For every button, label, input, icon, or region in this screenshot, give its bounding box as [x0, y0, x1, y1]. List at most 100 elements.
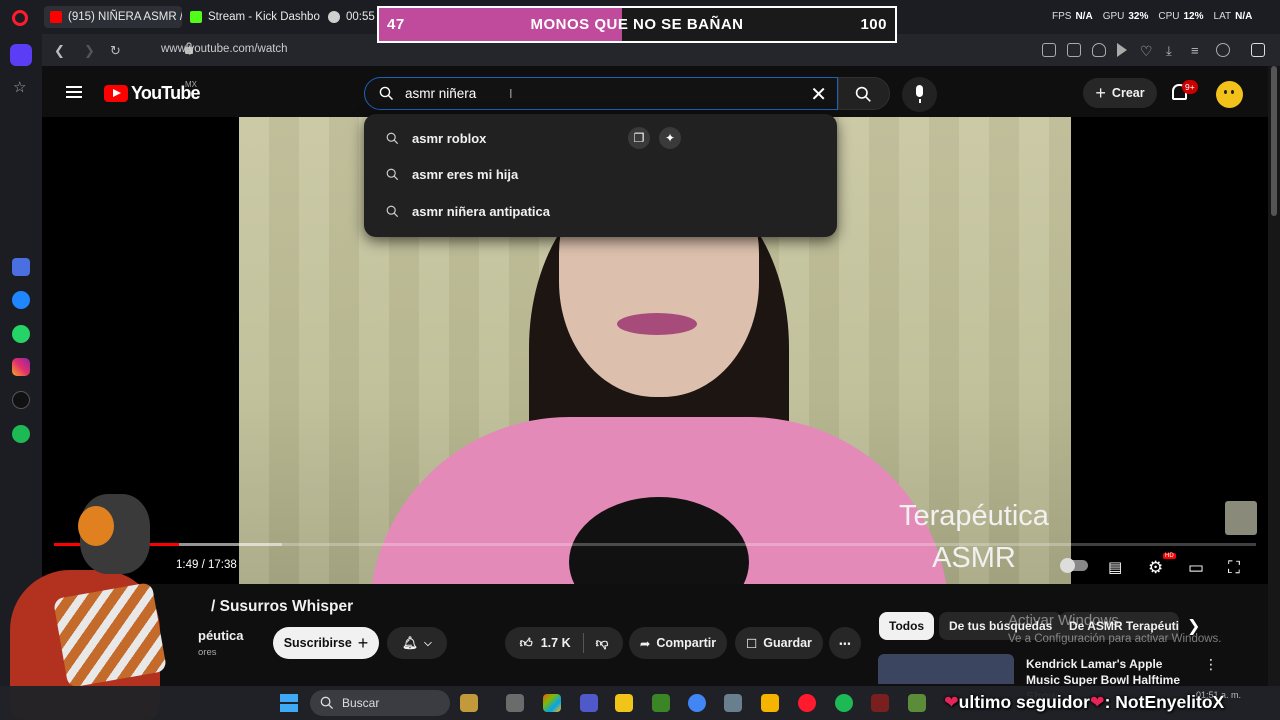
opera-logo-icon[interactable]: [12, 10, 28, 26]
reload-icon[interactable]: ↻: [110, 43, 121, 59]
video-title: / Susurros Whisper: [211, 598, 354, 615]
suggestion-item[interactable]: asmr roblox ❐ ✦: [364, 120, 837, 156]
microphone-icon: [916, 85, 923, 103]
page-scrollbar[interactable]: [1268, 66, 1280, 686]
channel-watermark-thumbnail[interactable]: [1225, 501, 1257, 535]
copilot-icon[interactable]: [543, 694, 561, 712]
more-vertical-icon[interactable]: ⋮: [1204, 656, 1218, 673]
shield-icon[interactable]: [1092, 43, 1106, 57]
edit-icon[interactable]: [1042, 43, 1056, 57]
video-watermark: Terapéutica ASMR: [899, 495, 1049, 579]
tab-kick-dashboard[interactable]: Stream - Kick Dashboard: [190, 6, 320, 28]
aria-icon[interactable]: [12, 258, 30, 276]
teams-icon[interactable]: [580, 694, 598, 712]
stat-gpu: GPU 32%: [1102, 11, 1149, 22]
home-icon[interactable]: [10, 44, 32, 66]
settings-gear-icon[interactable]: ⚙: [1148, 558, 1163, 578]
theater-mode-icon[interactable]: ▭: [1188, 558, 1204, 578]
spotify-icon[interactable]: [12, 425, 30, 443]
chrome-icon[interactable]: [688, 694, 706, 712]
subscribe-button[interactable]: Suscribirse +: [273, 627, 379, 659]
chip-all[interactable]: Todos: [879, 612, 935, 640]
subtitles-icon[interactable]: ▤: [1108, 558, 1122, 576]
save-button[interactable]: ☐ Guardar: [735, 627, 823, 659]
subscribe-label: Suscribirse: [283, 636, 352, 650]
suggestion-text: asmr roblox: [412, 131, 487, 146]
opera-taskbar-icon[interactable]: [798, 694, 816, 712]
last-follower-overlay: ❤ultimo seguidor❤: NotEnyelitoX: [944, 692, 1224, 713]
hamburger-menu-icon[interactable]: [66, 86, 82, 98]
play-icon[interactable]: [1117, 43, 1127, 57]
more-actions-button[interactable]: ⋯: [829, 627, 861, 659]
back-icon[interactable]: ❮: [54, 43, 65, 59]
tab-label: Stream - Kick Dashboard: [208, 11, 320, 23]
forward-icon[interactable]: ❯: [84, 43, 95, 59]
like-button[interactable]: 👍︎ 1.7 K: [520, 636, 571, 651]
thumbs-down-icon[interactable]: 👎︎: [596, 636, 609, 651]
taskbar-app-icon[interactable]: [908, 694, 926, 712]
copy-icon[interactable]: ❐: [628, 127, 650, 149]
tab-youtube[interactable]: (915) NIÑERA ASMR / Sus: [44, 6, 182, 28]
messenger-icon[interactable]: [12, 291, 30, 309]
create-button[interactable]: + Crear: [1083, 78, 1157, 108]
account-avatar[interactable]: [1216, 81, 1243, 108]
menu-icon[interactable]: ≡: [1191, 43, 1199, 58]
ai-sparkle-icon[interactable]: ✦: [659, 127, 681, 149]
more-horizontal-icon: ⋯: [838, 636, 852, 651]
minecraft-icon[interactable]: [652, 694, 670, 712]
youtube-logo-icon[interactable]: [104, 85, 128, 102]
heart-icon[interactable]: ♡: [1140, 43, 1153, 60]
taskbar-app-icon[interactable]: [871, 694, 889, 712]
thumbs-up-icon: 👍︎: [519, 635, 533, 650]
scrollbar-thumb[interactable]: [1271, 66, 1277, 216]
store-icon[interactable]: [615, 694, 633, 712]
url-text[interactable]: www.youtube.com/watch: [161, 43, 288, 55]
tiktok-icon[interactable]: [12, 391, 30, 409]
windows-start-icon[interactable]: [280, 694, 298, 712]
taskbar-app-icon[interactable]: [506, 694, 524, 712]
tab-third[interactable]: 00:55 -: [328, 6, 378, 28]
spotify-taskbar-icon[interactable]: [835, 694, 853, 712]
tab-label: 00:55 -: [346, 11, 378, 23]
autoplay-toggle[interactable]: [1060, 558, 1088, 573]
search-input[interactable]: asmr niñera I ✕: [364, 77, 838, 110]
watermark-line1: Terapéutica: [899, 500, 1049, 532]
stat-lat: LAT N/A: [1213, 11, 1253, 22]
notification-settings-button[interactable]: 🔔︎ ⌵: [387, 627, 447, 659]
recommended-video-thumbnail[interactable]: [878, 654, 1014, 684]
extension-box-icon[interactable]: [1251, 43, 1265, 57]
download-icon[interactable]: ⤓: [1166, 43, 1172, 59]
channel-name[interactable]: péutica: [198, 628, 244, 643]
whatsapp-icon[interactable]: [12, 325, 30, 343]
share-icon: ➦: [639, 636, 651, 651]
suggestion-item[interactable]: asmr eres mi hija: [364, 156, 837, 192]
search-icon: [379, 86, 393, 100]
follower-name: : NotEnyelitoX: [1104, 692, 1225, 712]
file-explorer-icon[interactable]: [761, 694, 779, 712]
share-button[interactable]: ➦ Compartir: [629, 627, 727, 659]
taskbar-app-icon[interactable]: [460, 694, 478, 712]
search-icon: [855, 86, 871, 102]
channel-subscribers: ores: [198, 647, 217, 658]
suggestion-text: asmr eres mi hija: [412, 167, 519, 182]
camera-icon[interactable]: [1067, 43, 1081, 57]
pin-icon[interactable]: ☆: [13, 78, 26, 96]
search-suggestions: asmr roblox ❐ ✦ asmr eres mi hija asmr n…: [364, 114, 837, 237]
notification-count-badge: 9+: [1182, 80, 1198, 94]
progress-bar[interactable]: [54, 543, 1256, 546]
suggestion-item[interactable]: asmr niñera antipatica: [364, 193, 837, 229]
bell-icon: 🔔︎: [402, 635, 419, 650]
clear-search-icon[interactable]: ✕: [810, 82, 827, 107]
profile-icon[interactable]: [1216, 43, 1230, 57]
voice-search-button[interactable]: [902, 77, 937, 112]
search-icon: [320, 696, 334, 710]
taskbar-app-icon[interactable]: [724, 694, 742, 712]
search-query[interactable]: asmr niñera: [405, 86, 476, 101]
taskbar-search-placeholder: Buscar: [342, 696, 380, 710]
stat-fps: FPS N/A: [1052, 11, 1093, 22]
taskbar-search[interactable]: Buscar: [310, 690, 450, 716]
fullscreen-icon[interactable]: ⛶: [1228, 558, 1240, 578]
follower-label: ultimo seguidor: [958, 692, 1090, 712]
search-button[interactable]: [838, 77, 890, 110]
instagram-icon[interactable]: [12, 358, 30, 376]
